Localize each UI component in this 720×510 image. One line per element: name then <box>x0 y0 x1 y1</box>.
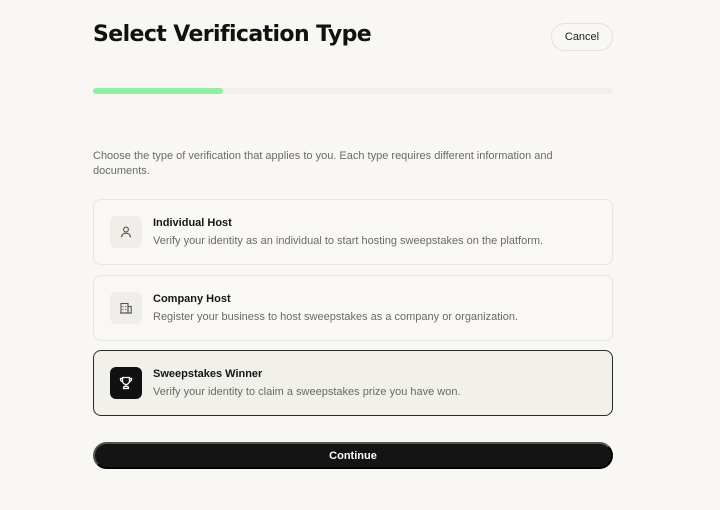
verification-type-page: Select Verification Type Cancel Choose t… <box>0 0 720 510</box>
option-title: Individual Host <box>153 217 232 229</box>
cancel-button[interactable]: Cancel <box>551 23 613 51</box>
option-individual-host[interactable]: Individual Host Verify your identity as … <box>93 199 613 265</box>
option-description: Verify your identity to claim a sweepsta… <box>153 386 461 398</box>
user-icon <box>110 216 142 248</box>
continue-button[interactable]: Continue <box>93 442 613 469</box>
option-title: Sweepstakes Winner <box>153 368 263 380</box>
progress-bar-fill <box>93 88 223 94</box>
building-icon <box>110 292 142 324</box>
option-description: Register your business to host sweepstak… <box>153 311 519 323</box>
intro-text: Choose the type of verification that app… <box>93 150 553 177</box>
trophy-icon <box>110 367 142 399</box>
progress-bar <box>93 88 613 94</box>
option-sweepstakes-winner[interactable]: Sweepstakes Winner Verify your identity … <box>93 350 613 416</box>
option-company-host[interactable]: Company Host Register your business to h… <box>93 275 613 341</box>
page-title: Select Verification Type <box>93 22 372 47</box>
option-title: Company Host <box>153 293 231 305</box>
option-description: Verify your identity as an individual to… <box>153 235 544 247</box>
